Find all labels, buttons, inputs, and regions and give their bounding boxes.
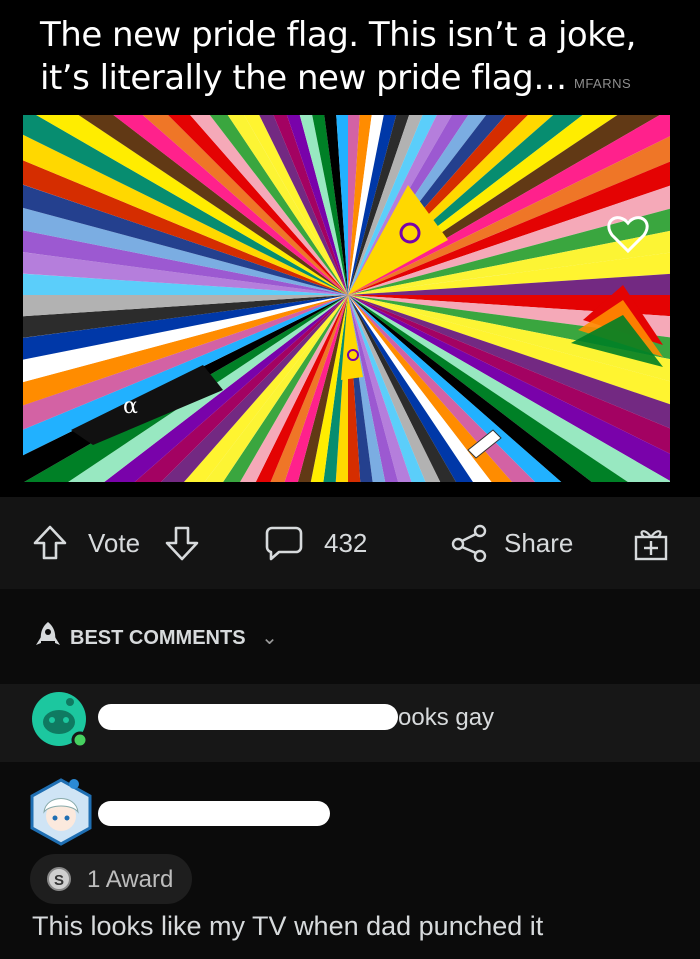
sort-label: BEST COMMENTS [70, 627, 246, 649]
share-button[interactable]: Share [450, 497, 573, 589]
flag-burst-graphic: α [23, 115, 670, 482]
online-status-dot [71, 731, 89, 749]
gift-icon [634, 530, 668, 561]
post-card[interactable]: The new pride flag. This isn’t a joke, i… [0, 0, 700, 497]
vote-label: Vote [88, 527, 141, 558]
redacted-username [98, 801, 330, 826]
arrow-up-icon [33, 525, 67, 560]
post-caption: The new pride flag. This isn’t a joke, i… [40, 15, 636, 98]
award-button[interactable] [632, 497, 670, 589]
downvote-button[interactable] [164, 497, 200, 589]
share-icon [451, 524, 487, 562]
share-label: Share [504, 527, 574, 558]
svg-text:S: S [54, 872, 64, 889]
comments-count: 432 [324, 527, 368, 558]
alpha-symbol: α [123, 394, 138, 419]
avatar[interactable] [30, 690, 89, 753]
pride-flag-image: α [23, 115, 670, 482]
redacted-username [98, 704, 398, 730]
snoo-avatar-icon [32, 692, 89, 749]
award-label: 1 Award [87, 866, 174, 893]
arrow-down-icon [165, 526, 199, 561]
comments-button[interactable]: 432 [264, 497, 367, 589]
comment-text: ooks gay [398, 704, 495, 731]
rocket-icon [32, 619, 64, 656]
comment-body: This looks like my TV when dad punched i… [32, 911, 544, 941]
comment-bubble-icon [265, 526, 303, 561]
post-action-bar: Vote 432 Share [0, 497, 700, 589]
anime-avatar-icon [30, 778, 92, 846]
sort-comments-button[interactable]: BEST COMMENTS ⌄ [70, 625, 278, 650]
watermark: MFARNS [574, 76, 632, 91]
avatar[interactable] [28, 776, 94, 853]
comment-row[interactable]: ooks gay [0, 684, 700, 762]
chevron-down-icon: ⌄ [261, 627, 278, 649]
upvote-button[interactable] [32, 497, 68, 589]
silver-award-icon: S [46, 866, 72, 897]
